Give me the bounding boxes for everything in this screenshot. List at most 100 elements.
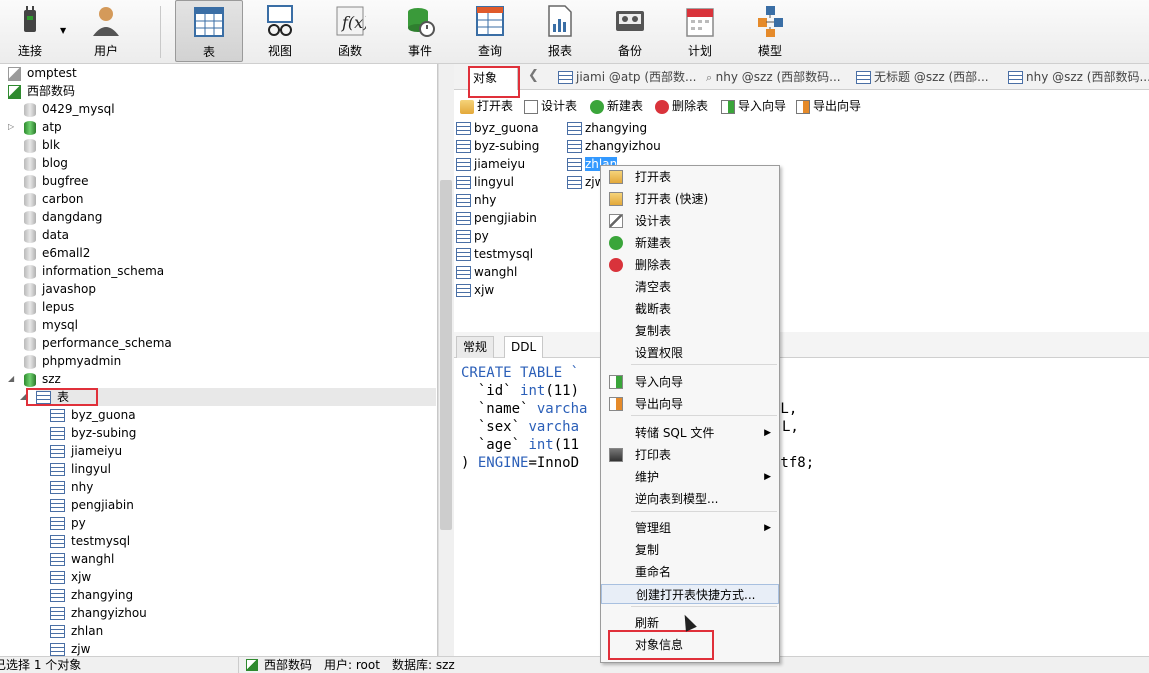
tree-table-item[interactable]: xjw <box>50 568 91 586</box>
new-table-button[interactable]: 新建表 <box>590 97 643 115</box>
context-menu-item[interactable]: 打开表 <box>601 167 779 187</box>
tree-table-item[interactable]: nhy <box>50 478 93 496</box>
connect-dropdown-icon[interactable]: ▼ <box>60 26 66 35</box>
object-table-item[interactable]: pengjiabin <box>456 209 537 227</box>
object-table-item[interactable]: xjw <box>456 281 494 299</box>
object-table-item[interactable]: zhangying <box>567 119 647 137</box>
event-clock-icon <box>404 4 436 38</box>
tree-database-item[interactable]: 0429_mysql <box>24 100 115 118</box>
object-table-item[interactable]: zjw <box>567 173 604 191</box>
toolbar-backup-button[interactable]: 备份 <box>602 0 658 62</box>
object-table-item[interactable]: nhy <box>456 191 496 209</box>
tree-database-item[interactable]: e6mall2 <box>24 244 90 262</box>
context-menu-item[interactable]: 清空表 <box>601 277 779 297</box>
tab-untitled[interactable]: 无标题 @szz (西部... <box>852 66 1000 90</box>
tab-query-jiami[interactable]: jiami @atp (西部数... <box>554 66 699 90</box>
tree-database-item[interactable]: blog <box>24 154 68 172</box>
context-menu-item[interactable]: 设置权限 <box>601 343 779 363</box>
toolbar-event-button[interactable]: 事件 <box>392 0 448 62</box>
tree-table-item[interactable]: py <box>50 514 86 532</box>
toolbar-query-button[interactable]: 查询 <box>462 0 518 62</box>
tree-database-item[interactable]: blk <box>24 136 60 154</box>
tree-table-item[interactable]: lingyul <box>50 460 111 478</box>
object-table-item[interactable]: testmysql <box>456 245 533 263</box>
context-menu-item[interactable]: 导出向导 <box>601 394 779 414</box>
table-icon <box>456 158 471 171</box>
context-menu-item[interactable]: 删除表 <box>601 255 779 275</box>
tree-database-item[interactable]: szz <box>24 370 61 388</box>
toolbar-model-button[interactable]: 模型 <box>742 0 798 62</box>
connection-icon <box>246 659 258 671</box>
context-menu-item[interactable]: 转储 SQL 文件 ▶ <box>601 423 779 443</box>
tree-database-item[interactable]: information_schema <box>24 262 164 280</box>
collapse-arrow-icon[interactable]: ◢ <box>8 374 14 383</box>
context-menu-item[interactable]: 打开表 (快速) <box>601 189 779 209</box>
ddl-code-view[interactable]: CREATE TABLE ` `id` int(11) `name` varch… <box>454 360 1149 650</box>
import-wizard-button[interactable]: 导入向导 <box>721 97 786 115</box>
tree-database-item[interactable]: performance_schema <box>24 334 172 352</box>
context-menu-item[interactable]: 复制表 <box>601 321 779 341</box>
object-table-item[interactable]: lingyul <box>456 173 514 191</box>
context-menu-item[interactable]: 逆向表到模型... <box>601 489 779 509</box>
object-table-item[interactable]: wanghl <box>456 263 517 281</box>
tab-query-nhy[interactable]: ⌕ nhy @szz (西部数码... <box>702 66 848 90</box>
tree-table-item[interactable]: zhlan <box>50 622 103 640</box>
toolbar-schedule-button[interactable]: 计划 <box>672 0 728 62</box>
tree-table-item[interactable]: zhangying <box>50 586 133 604</box>
context-menu-item-label: 创建打开表快捷方式... <box>636 588 756 602</box>
tree-database-item[interactable]: lepus <box>24 298 74 316</box>
context-menu-item[interactable]: 复制 <box>601 540 779 560</box>
context-menu-item[interactable]: 打印表 <box>601 445 779 465</box>
toolbar-table-button[interactable]: 表 <box>175 0 243 62</box>
tree-database-item[interactable]: bugfree <box>24 172 89 190</box>
tree-table-item[interactable]: wanghl <box>50 550 114 568</box>
toolbar-function-button[interactable]: f(x) 函数 <box>322 0 378 62</box>
toolbar-view-button[interactable]: 视图 <box>252 0 308 62</box>
tree-database-item[interactable]: phpmyadmin <box>24 352 121 370</box>
tree-database-item[interactable]: carbon <box>24 190 83 208</box>
tab-general[interactable]: 常规 <box>456 336 495 358</box>
toolbar-connect-button[interactable]: 连接 <box>4 0 56 62</box>
tab-ddl[interactable]: DDL <box>504 336 544 358</box>
context-menu-item[interactable]: 创建打开表快捷方式... <box>601 584 779 604</box>
tree-connection-item[interactable]: 西部数码 <box>8 82 75 100</box>
tree-table-item[interactable]: byz-subing <box>50 424 136 442</box>
object-table-item[interactable]: py <box>456 227 489 245</box>
toolbar-user-button[interactable]: 用户 <box>80 0 132 62</box>
context-menu-item[interactable]: 截断表 <box>601 299 779 319</box>
tab-table-nhy[interactable]: nhy @szz (西部数码... <box>1004 66 1149 90</box>
new-plus-icon <box>609 236 623 250</box>
toolbar-report-button[interactable]: 报表 <box>532 0 588 62</box>
delete-table-button[interactable]: 删除表 <box>655 97 708 115</box>
context-menu-item[interactable]: 重命名 <box>601 562 779 582</box>
export-wizard-button[interactable]: 导出向导 <box>796 97 861 115</box>
tree-table-item[interactable]: pengjiabin <box>50 496 134 514</box>
tree-database-item[interactable]: mysql <box>24 316 78 334</box>
tree-table-item[interactable]: byz_guona <box>50 406 136 424</box>
open-table-button[interactable]: 打开表 <box>460 97 513 115</box>
context-menu-item[interactable]: 新建表 <box>601 233 779 253</box>
tree-database-item[interactable]: atp <box>24 118 62 136</box>
tree-table-item[interactable]: zjw <box>50 640 90 656</box>
tree-database-item[interactable]: data <box>24 226 69 244</box>
object-table-item[interactable]: byz-subing <box>456 137 539 155</box>
context-menu-item[interactable]: 维护 ▶ <box>601 467 779 487</box>
tree-scrollbar-thumb[interactable] <box>440 180 452 530</box>
context-menu-item[interactable]: 设计表 <box>601 211 779 231</box>
object-table-item[interactable]: jiameiyu <box>456 155 525 173</box>
tree-connection-item[interactable]: omptest <box>8 64 77 82</box>
tree-table-item[interactable]: testmysql <box>50 532 130 550</box>
object-table-item[interactable]: byz_guona <box>456 119 539 137</box>
import-icon <box>609 375 623 389</box>
tab-scroll-left-icon[interactable]: ❮ <box>528 68 539 83</box>
expand-arrow-icon[interactable]: ▷ <box>8 122 14 131</box>
tree-database-item[interactable]: dangdang <box>24 208 102 226</box>
context-menu-item[interactable]: 导入向导 <box>601 372 779 392</box>
context-menu-item-label: 转储 SQL 文件 <box>635 426 715 440</box>
tree-table-item[interactable]: jiameiyu <box>50 442 122 460</box>
tree-database-item[interactable]: javashop <box>24 280 96 298</box>
context-menu-item[interactable]: 管理组 ▶ <box>601 518 779 538</box>
tree-table-item[interactable]: zhangyizhou <box>50 604 147 622</box>
object-table-item[interactable]: zhangyizhou <box>567 137 661 155</box>
design-table-button[interactable]: 设计表 <box>524 97 577 115</box>
